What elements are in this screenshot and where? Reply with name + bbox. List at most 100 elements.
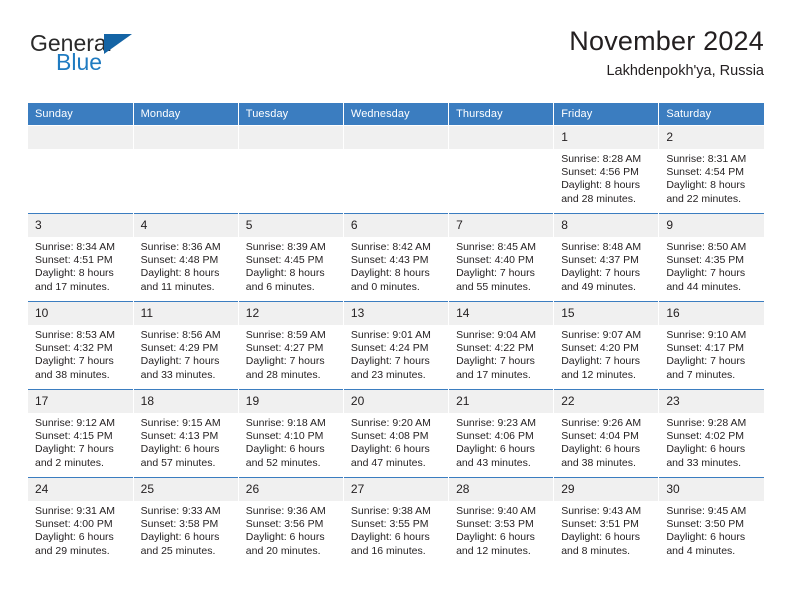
day-cell[interactable]: 2 Sunrise: 8:31 AM Sunset: 4:54 PM Dayli… <box>658 125 764 214</box>
weekday-header-monday: Monday <box>132 103 239 126</box>
weekday-header-sunday: Sunday <box>28 103 134 126</box>
calendar-week-row: 1 Sunrise: 8:28 AM Sunset: 4:56 PM Dayli… <box>28 125 764 214</box>
day-cell[interactable]: 12 Sunrise: 8:59 AM Sunset: 4:27 PM Dayl… <box>237 301 344 390</box>
day-number: 26 <box>238 478 343 501</box>
day-detail: Sunrise: 9:10 AM Sunset: 4:17 PM Dayligh… <box>666 329 747 381</box>
calendar-page: General Blue November 2024 Lakhdenpokh'y… <box>0 0 792 612</box>
day-cell[interactable]: 16 Sunrise: 9:10 AM Sunset: 4:17 PM Dayl… <box>658 301 764 390</box>
day-number: 3 <box>28 214 133 237</box>
day-detail: Sunrise: 8:36 AM Sunset: 4:48 PM Dayligh… <box>140 241 221 293</box>
day-detail: Sunrise: 8:34 AM Sunset: 4:51 PM Dayligh… <box>35 241 115 293</box>
day-number: 18 <box>133 390 238 413</box>
calendar-week-row: 3 Sunrise: 8:34 AM Sunset: 4:51 PM Dayli… <box>28 213 764 302</box>
day-detail: Sunrise: 9:01 AM Sunset: 4:24 PM Dayligh… <box>350 329 431 381</box>
day-detail: Sunrise: 9:45 AM Sunset: 3:50 PM Dayligh… <box>666 505 747 557</box>
day-number <box>28 126 133 149</box>
day-detail: Sunrise: 9:36 AM Sunset: 3:56 PM Dayligh… <box>245 505 326 557</box>
day-cell[interactable]: 26 Sunrise: 9:36 AM Sunset: 3:56 PM Dayl… <box>237 477 344 565</box>
page-title: November 2024 <box>569 26 764 56</box>
day-detail: Sunrise: 8:53 AM Sunset: 4:32 PM Dayligh… <box>35 329 115 381</box>
day-detail: Sunrise: 9:18 AM Sunset: 4:10 PM Dayligh… <box>245 417 326 469</box>
day-number: 20 <box>343 390 449 413</box>
day-cell[interactable]: 10 Sunrise: 8:53 AM Sunset: 4:32 PM Dayl… <box>28 301 134 390</box>
day-detail: Sunrise: 9:43 AM Sunset: 3:51 PM Dayligh… <box>561 505 642 557</box>
day-cell[interactable]: 29 Sunrise: 9:43 AM Sunset: 3:51 PM Dayl… <box>553 477 660 565</box>
title-block: November 2024 Lakhdenpokh'ya, Russia <box>569 26 764 80</box>
day-cell[interactable]: 27 Sunrise: 9:38 AM Sunset: 3:55 PM Dayl… <box>342 477 450 565</box>
day-number: 22 <box>554 390 659 413</box>
day-detail: Sunrise: 8:56 AM Sunset: 4:29 PM Dayligh… <box>140 329 221 381</box>
logo-triangle-icon <box>104 34 132 54</box>
day-detail: Sunrise: 9:26 AM Sunset: 4:04 PM Dayligh… <box>561 417 642 469</box>
day-number: 10 <box>28 302 133 325</box>
day-detail: Sunrise: 9:31 AM Sunset: 4:00 PM Dayligh… <box>35 505 115 557</box>
day-number: 8 <box>554 214 659 237</box>
day-number <box>449 126 554 149</box>
day-detail: Sunrise: 8:59 AM Sunset: 4:27 PM Dayligh… <box>245 329 326 381</box>
day-number: 5 <box>238 214 343 237</box>
day-cell[interactable]: 1 Sunrise: 8:28 AM Sunset: 4:56 PM Dayli… <box>553 125 660 214</box>
day-detail: Sunrise: 9:07 AM Sunset: 4:20 PM Dayligh… <box>561 329 642 381</box>
day-number <box>343 126 449 149</box>
day-detail: Sunrise: 8:31 AM Sunset: 4:54 PM Dayligh… <box>666 153 747 205</box>
day-cell[interactable]: 22 Sunrise: 9:26 AM Sunset: 4:04 PM Dayl… <box>553 389 660 478</box>
day-cell[interactable]: 7 Sunrise: 8:45 AM Sunset: 4:40 PM Dayli… <box>448 213 555 302</box>
day-cell[interactable]: 23 Sunrise: 9:28 AM Sunset: 4:02 PM Dayl… <box>658 389 764 478</box>
day-number: 25 <box>133 478 238 501</box>
day-cell[interactable]: 9 Sunrise: 8:50 AM Sunset: 4:35 PM Dayli… <box>658 213 764 302</box>
day-detail: Sunrise: 8:45 AM Sunset: 4:40 PM Dayligh… <box>456 241 537 293</box>
day-cell[interactable]: 5 Sunrise: 8:39 AM Sunset: 4:45 PM Dayli… <box>237 213 344 302</box>
day-detail: Sunrise: 8:48 AM Sunset: 4:37 PM Dayligh… <box>561 241 642 293</box>
day-cell[interactable]: 25 Sunrise: 9:33 AM Sunset: 3:58 PM Dayl… <box>132 477 239 565</box>
weekday-header-wednesday: Wednesday <box>342 103 450 126</box>
day-detail: Sunrise: 9:40 AM Sunset: 3:53 PM Dayligh… <box>456 505 537 557</box>
day-cell[interactable]: 6 Sunrise: 8:42 AM Sunset: 4:43 PM Dayli… <box>342 213 450 302</box>
day-detail: Sunrise: 8:50 AM Sunset: 4:35 PM Dayligh… <box>666 241 747 293</box>
day-detail: Sunrise: 9:15 AM Sunset: 4:13 PM Dayligh… <box>140 417 221 469</box>
day-cell[interactable]: 11 Sunrise: 8:56 AM Sunset: 4:29 PM Dayl… <box>132 301 239 390</box>
day-cell[interactable]: 17 Sunrise: 9:12 AM Sunset: 4:15 PM Dayl… <box>28 389 134 478</box>
day-cell[interactable]: 15 Sunrise: 9:07 AM Sunset: 4:20 PM Dayl… <box>553 301 660 390</box>
day-cell[interactable]: 3 Sunrise: 8:34 AM Sunset: 4:51 PM Dayli… <box>28 213 134 302</box>
day-cell <box>132 125 239 214</box>
day-number: 28 <box>449 478 554 501</box>
day-cell[interactable]: 8 Sunrise: 8:48 AM Sunset: 4:37 PM Dayli… <box>553 213 660 302</box>
day-number: 6 <box>343 214 449 237</box>
general-blue-logo[interactable]: General Blue <box>28 32 218 88</box>
day-number: 12 <box>238 302 343 325</box>
day-detail: Sunrise: 9:33 AM Sunset: 3:58 PM Dayligh… <box>140 505 221 557</box>
day-number: 1 <box>554 126 659 149</box>
calendar-week-row: 17 Sunrise: 9:12 AM Sunset: 4:15 PM Dayl… <box>28 389 764 478</box>
day-number: 23 <box>659 390 764 413</box>
day-cell[interactable]: 24 Sunrise: 9:31 AM Sunset: 4:00 PM Dayl… <box>28 477 134 565</box>
day-cell[interactable]: 20 Sunrise: 9:20 AM Sunset: 4:08 PM Dayl… <box>342 389 450 478</box>
weekday-header-row: Sunday Monday Tuesday Wednesday Thursday… <box>28 103 764 126</box>
day-number <box>238 126 343 149</box>
logo-text-blue: Blue <box>56 49 103 75</box>
weekday-header-tuesday: Tuesday <box>237 103 344 126</box>
day-detail: Sunrise: 9:23 AM Sunset: 4:06 PM Dayligh… <box>456 417 537 469</box>
day-number: 29 <box>554 478 659 501</box>
day-number: 7 <box>449 214 554 237</box>
day-cell[interactable]: 19 Sunrise: 9:18 AM Sunset: 4:10 PM Dayl… <box>237 389 344 478</box>
day-detail: Sunrise: 8:42 AM Sunset: 4:43 PM Dayligh… <box>350 241 431 293</box>
day-cell[interactable]: 28 Sunrise: 9:40 AM Sunset: 3:53 PM Dayl… <box>448 477 555 565</box>
day-number: 15 <box>554 302 659 325</box>
day-cell[interactable]: 21 Sunrise: 9:23 AM Sunset: 4:06 PM Dayl… <box>448 389 555 478</box>
day-number: 30 <box>659 478 764 501</box>
page-subtitle: Lakhdenpokh'ya, Russia <box>606 63 764 80</box>
day-cell <box>342 125 450 214</box>
day-number: 4 <box>133 214 238 237</box>
day-cell[interactable]: 4 Sunrise: 8:36 AM Sunset: 4:48 PM Dayli… <box>132 213 239 302</box>
weekday-header-saturday: Saturday <box>658 103 764 126</box>
day-number: 13 <box>343 302 449 325</box>
calendar-table: Sunday Monday Tuesday Wednesday Thursday… <box>28 103 764 565</box>
day-detail: Sunrise: 9:38 AM Sunset: 3:55 PM Dayligh… <box>350 505 431 557</box>
day-cell[interactable]: 14 Sunrise: 9:04 AM Sunset: 4:22 PM Dayl… <box>448 301 555 390</box>
day-number: 19 <box>238 390 343 413</box>
weekday-header-thursday: Thursday <box>448 103 555 126</box>
day-cell[interactable]: 13 Sunrise: 9:01 AM Sunset: 4:24 PM Dayl… <box>342 301 450 390</box>
day-number: 17 <box>28 390 133 413</box>
day-cell[interactable]: 30 Sunrise: 9:45 AM Sunset: 3:50 PM Dayl… <box>658 477 764 565</box>
day-cell[interactable]: 18 Sunrise: 9:15 AM Sunset: 4:13 PM Dayl… <box>132 389 239 478</box>
